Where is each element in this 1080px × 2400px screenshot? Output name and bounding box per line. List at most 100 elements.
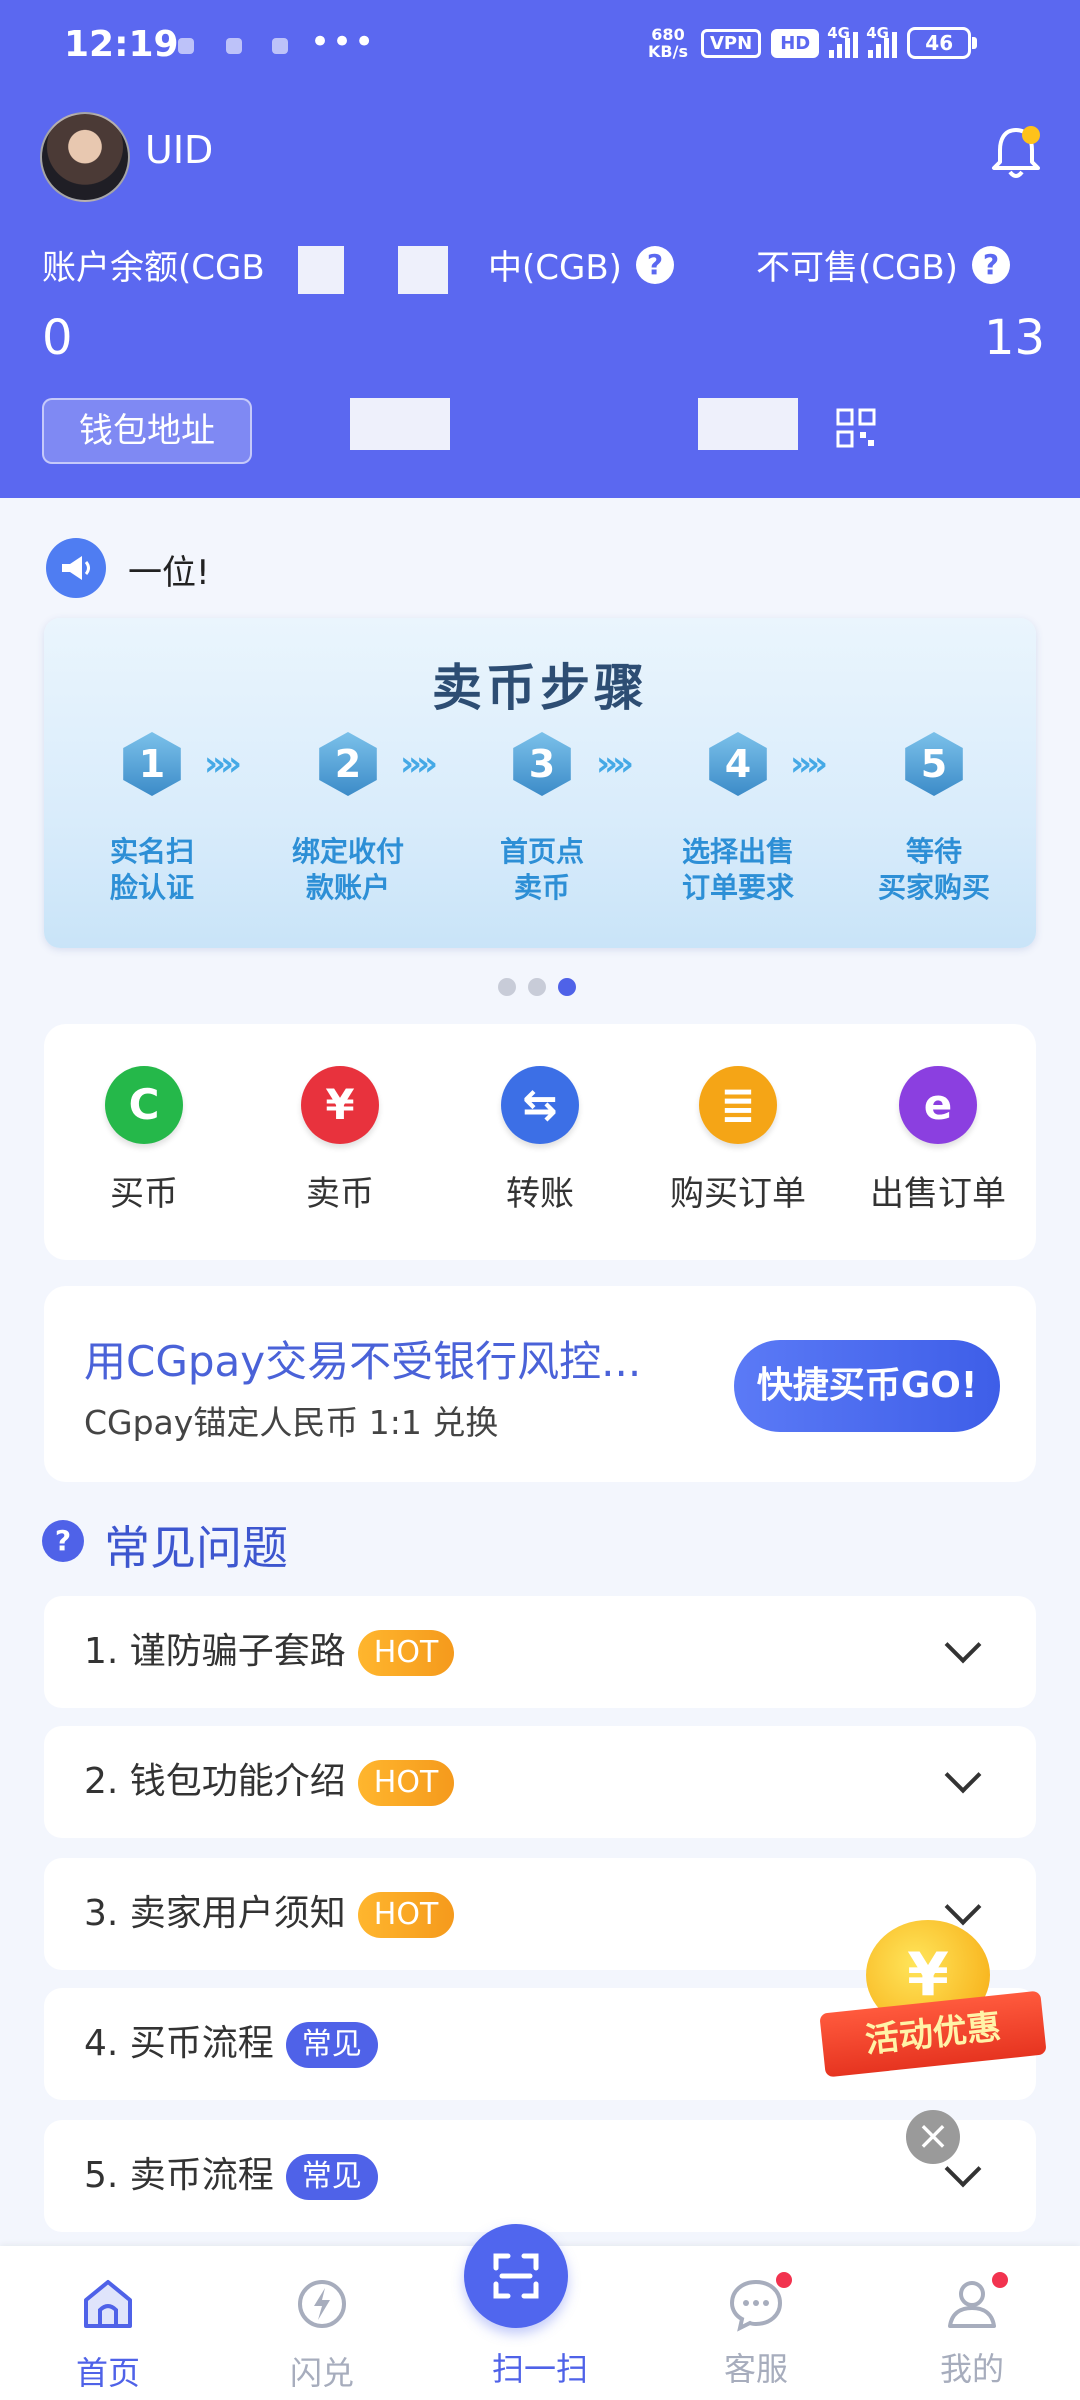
hot-badge: HOT — [357, 1760, 455, 1806]
notification-dot — [992, 2272, 1008, 2288]
step-arrow-icon: ›››› — [790, 744, 828, 784]
step-arrow-icon: ›››› — [596, 744, 634, 784]
faq-item-label: 2. 钱包功能介绍 — [84, 1761, 346, 1802]
faq-item-label: 1. 谨防骗子套路 — [84, 1631, 346, 1672]
nav-flash-exchange[interactable]: 闪兑 — [252, 2272, 392, 2394]
promo-card[interactable]: 用CGpay交易不受银行风控... CGpay锚定人民币 1:1 兑换 快捷买币… — [44, 1286, 1036, 1482]
question-icon: ? — [42, 1520, 84, 1562]
redaction — [298, 246, 344, 294]
faq-item[interactable]: 5. 卖币流程 常见 — [44, 2120, 1036, 2232]
trading-label-text: 中(CGB) — [488, 248, 622, 288]
step-label: 等待 买家购买 — [877, 835, 990, 904]
unsellable-value: 13 — [984, 310, 1046, 366]
status-indicators: 680 KB/s VPN HD 4G 4G 46 — [645, 24, 978, 61]
vpn-icon: VPN — [701, 28, 762, 58]
sell-coin-button[interactable]: ¥ 卖币 — [240, 1066, 440, 1215]
step-number: 3 — [513, 732, 571, 796]
nav-scan[interactable]: 扫一扫 — [464, 2224, 610, 2390]
status-time: 12:19 — [64, 24, 179, 65]
bottom-nav: 首页 闪兑 扫一扫 客服 我的 — [0, 2224, 1080, 2400]
step-label: 首页点 卖币 — [499, 835, 584, 904]
redaction — [398, 246, 448, 294]
chat-icon — [724, 2272, 792, 2336]
faq-item-label: 3. 卖家用户须知 — [84, 1893, 346, 1934]
quick-actions: C 买币 ¥ 卖币 ⇆ 转账 ≣ 购买订单 e 出售订单 — [44, 1024, 1036, 1260]
uid-label: UID — [145, 128, 214, 172]
avatar[interactable] — [40, 112, 130, 202]
carousel-dot[interactable] — [498, 978, 516, 996]
announcement-text[interactable]: 一位! — [128, 545, 210, 594]
notification-dot — [776, 2272, 792, 2288]
nav-profile[interactable]: 我的 — [902, 2272, 1042, 2390]
network-speed: 680 KB/s — [648, 25, 688, 61]
step-number: 4 — [709, 732, 767, 796]
unsellable-label-text: 不可售(CGB) — [756, 248, 958, 288]
step-number: 1 — [123, 732, 181, 796]
signal-icon: 4G — [827, 24, 859, 58]
close-icon[interactable]: × — [906, 2110, 960, 2164]
step-label: 绑定收付 款账户 — [291, 835, 404, 904]
buy-orders-button[interactable]: ≣ 购买订单 — [638, 1066, 838, 1215]
faq-item[interactable]: 2. 钱包功能介绍 HOT — [44, 1726, 1036, 1838]
buy-coin-button[interactable]: C 买币 — [44, 1066, 244, 1215]
sell-coin-icon: ¥ — [301, 1066, 379, 1144]
signal-icon: 4G — [866, 24, 898, 58]
buy-coin-icon: C — [105, 1066, 183, 1144]
nav-label: 客服 — [723, 2350, 788, 2388]
balance-label: 账户余额(CGB — [42, 240, 265, 289]
qr-code-icon[interactable] — [836, 408, 876, 448]
flash-exchange-icon — [298, 2280, 346, 2328]
action-label: 卖币 — [306, 1174, 374, 1214]
network-type: 4G — [827, 24, 850, 42]
step-label: 选择出售 订单要求 — [681, 835, 794, 904]
chevron-down-icon[interactable] — [944, 1626, 982, 1664]
scan-button[interactable] — [464, 2224, 568, 2328]
transfer-button[interactable]: ⇆ 转账 — [440, 1066, 640, 1215]
step-arrow-icon: ›››› — [204, 744, 242, 784]
sell-orders-icon: e — [899, 1066, 977, 1144]
balance-label-text: 账户余额(CGB — [42, 248, 265, 288]
common-badge: 常见 — [285, 2022, 378, 2068]
announcement-icon — [46, 538, 106, 598]
nav-label: 首页 — [75, 2354, 140, 2392]
scan-icon — [493, 2253, 539, 2299]
sell-steps-banner[interactable]: 卖币步骤 1 ›››› 2 ›››› 3 ›››› 4 ›››› 5 实名扫 脸… — [44, 618, 1036, 948]
network-type: 4G — [866, 24, 889, 42]
help-icon[interactable]: ? — [971, 245, 1010, 284]
help-icon[interactable]: ? — [635, 245, 674, 284]
account-header: 12:19 ••• 680 KB/s VPN HD 4G 4G 46 UID 账… — [0, 0, 1080, 498]
carousel-dot[interactable] — [528, 978, 546, 996]
chevron-down-icon[interactable] — [944, 1756, 982, 1794]
nav-label: 我的 — [939, 2350, 1004, 2388]
nav-label: 扫一扫 — [491, 2350, 588, 2388]
nav-customer-service[interactable]: 客服 — [686, 2272, 826, 2390]
notification-icon — [226, 38, 242, 54]
nav-home[interactable]: 首页 — [38, 2272, 178, 2394]
status-bar: 12:19 ••• 680 KB/s VPN HD 4G 4G 46 — [0, 0, 1080, 92]
hd-icon: HD — [771, 28, 820, 58]
more-notifications-icon: ••• — [310, 22, 377, 62]
faq-item-label: 4. 买币流程 — [84, 2023, 274, 2064]
notification-dot — [1022, 126, 1040, 144]
balance-value: 0 — [42, 310, 73, 366]
quick-buy-button[interactable]: 快捷买币GO! — [734, 1340, 1000, 1432]
promo-title: 用CGpay交易不受银行风控... — [84, 1337, 642, 1386]
wallet-address-button[interactable]: 钱包地址 — [42, 398, 252, 464]
common-badge: 常见 — [285, 2154, 378, 2200]
home-icon — [84, 2280, 132, 2328]
carousel-dot-active[interactable] — [558, 978, 576, 996]
faq-title: 常见问题 — [104, 1521, 288, 1575]
sell-orders-button[interactable]: e 出售订单 — [838, 1066, 1038, 1215]
profile-icon — [940, 2272, 1008, 2336]
activity-promo-float[interactable]: ¥ 活动优惠 — [819, 1920, 1047, 2078]
battery-icon: 46 — [907, 27, 978, 59]
step-number: 5 — [905, 732, 963, 796]
notification-icon — [178, 38, 194, 54]
notification-icon — [272, 38, 288, 54]
promo-subtitle: CGpay锚定人民币 1:1 兑换 — [84, 1403, 499, 1442]
hot-badge: HOT — [357, 1630, 455, 1676]
step-label: 实名扫 脸认证 — [109, 835, 194, 904]
faq-item[interactable]: 1. 谨防骗子套路 HOT — [44, 1596, 1036, 1708]
action-label: 转账 — [506, 1174, 574, 1214]
action-label: 购买订单 — [670, 1174, 806, 1214]
